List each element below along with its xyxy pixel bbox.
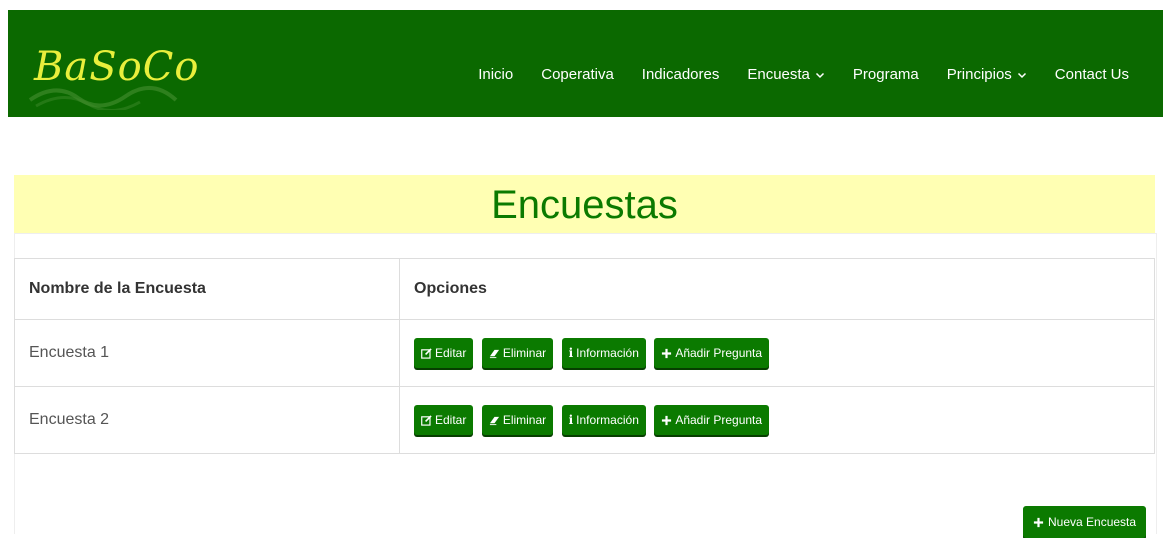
navbar: BaSoCo Inicio Coperativa Indicadores Enc… xyxy=(8,10,1163,117)
eraser-icon xyxy=(489,416,499,425)
page-title: Encuestas xyxy=(491,183,678,227)
plus-icon xyxy=(662,415,672,425)
nav-label: Contact Us xyxy=(1054,66,1129,83)
nav-label: Principios xyxy=(946,66,1012,83)
edit-label: Editar xyxy=(435,413,467,427)
nav-label: Programa xyxy=(852,66,919,83)
brand-logo[interactable]: BaSoCo xyxy=(16,20,200,110)
edit-label: Editar xyxy=(435,346,467,360)
page-banner: Encuestas xyxy=(14,175,1155,233)
new-survey-label: Nueva Encuesta xyxy=(1048,515,1137,529)
info-icon: i xyxy=(568,413,574,427)
add-question-button[interactable]: Añadir Pregunta xyxy=(654,405,770,435)
survey-name: Encuesta 2 xyxy=(14,386,400,454)
delete-label: Eliminar xyxy=(502,413,547,427)
delete-label: Eliminar xyxy=(502,346,547,360)
nav-encuesta[interactable]: Encuesta xyxy=(733,66,839,83)
nav-programa[interactable]: Programa xyxy=(839,66,933,83)
chevron-down-icon xyxy=(1017,72,1026,78)
nav-contact-us[interactable]: Contact Us xyxy=(1041,66,1143,83)
row-actions: Editar Eliminar i Información Añadir Preg… xyxy=(399,386,1155,454)
new-survey-button[interactable]: Nueva Encuesta xyxy=(1023,506,1147,538)
main-nav: Inicio Coperativa Indicadores Encuesta P… xyxy=(464,66,1143,83)
nav-inicio[interactable]: Inicio xyxy=(464,66,527,83)
nav-principios[interactable]: Principios xyxy=(933,66,1041,83)
add-question-button[interactable]: Añadir Pregunta xyxy=(654,338,770,368)
table-row: Encuesta 1 Editar Eliminar i Información … xyxy=(14,319,1155,387)
nav-label: Indicadores xyxy=(641,66,720,83)
info-label: Información xyxy=(576,413,639,427)
info-button[interactable]: i Información xyxy=(561,338,646,368)
plus-icon xyxy=(1033,517,1044,527)
info-label: Información xyxy=(576,346,639,360)
edit-button[interactable]: Editar xyxy=(414,405,474,435)
column-header-options: Opciones xyxy=(399,258,1155,320)
nav-coperativa[interactable]: Coperativa xyxy=(527,66,628,83)
row-actions: Editar Eliminar i Información Añadir Preg… xyxy=(399,319,1155,387)
edit-icon xyxy=(421,347,432,359)
nav-label: Coperativa xyxy=(541,66,614,83)
table-row: Encuesta 2 Editar Eliminar i Información … xyxy=(14,386,1155,454)
nav-label: Encuesta xyxy=(747,66,810,83)
chevron-down-icon xyxy=(815,72,824,78)
add-question-label: Añadir Pregunta xyxy=(675,346,763,360)
edit-icon xyxy=(421,414,432,426)
delete-button[interactable]: Eliminar xyxy=(481,405,554,435)
nav-label: Inicio xyxy=(478,66,514,83)
plus-icon xyxy=(662,348,672,358)
edit-button[interactable]: Editar xyxy=(414,338,474,368)
brand-text: BaSoCo xyxy=(34,44,200,90)
info-icon: i xyxy=(568,346,574,360)
add-question-label: Añadir Pregunta xyxy=(675,413,763,427)
column-header-name: Nombre de la Encuesta xyxy=(14,258,400,320)
nav-indicadores[interactable]: Indicadores xyxy=(628,66,734,83)
eraser-icon xyxy=(489,349,499,358)
survey-name: Encuesta 1 xyxy=(14,319,400,387)
table-header-row: Nombre de la Encuesta Opciones xyxy=(14,258,1155,320)
surveys-table: Nombre de la Encuesta Opciones Encuesta … xyxy=(14,258,1155,454)
info-button[interactable]: i Información xyxy=(561,405,646,435)
delete-button[interactable]: Eliminar xyxy=(481,338,554,368)
